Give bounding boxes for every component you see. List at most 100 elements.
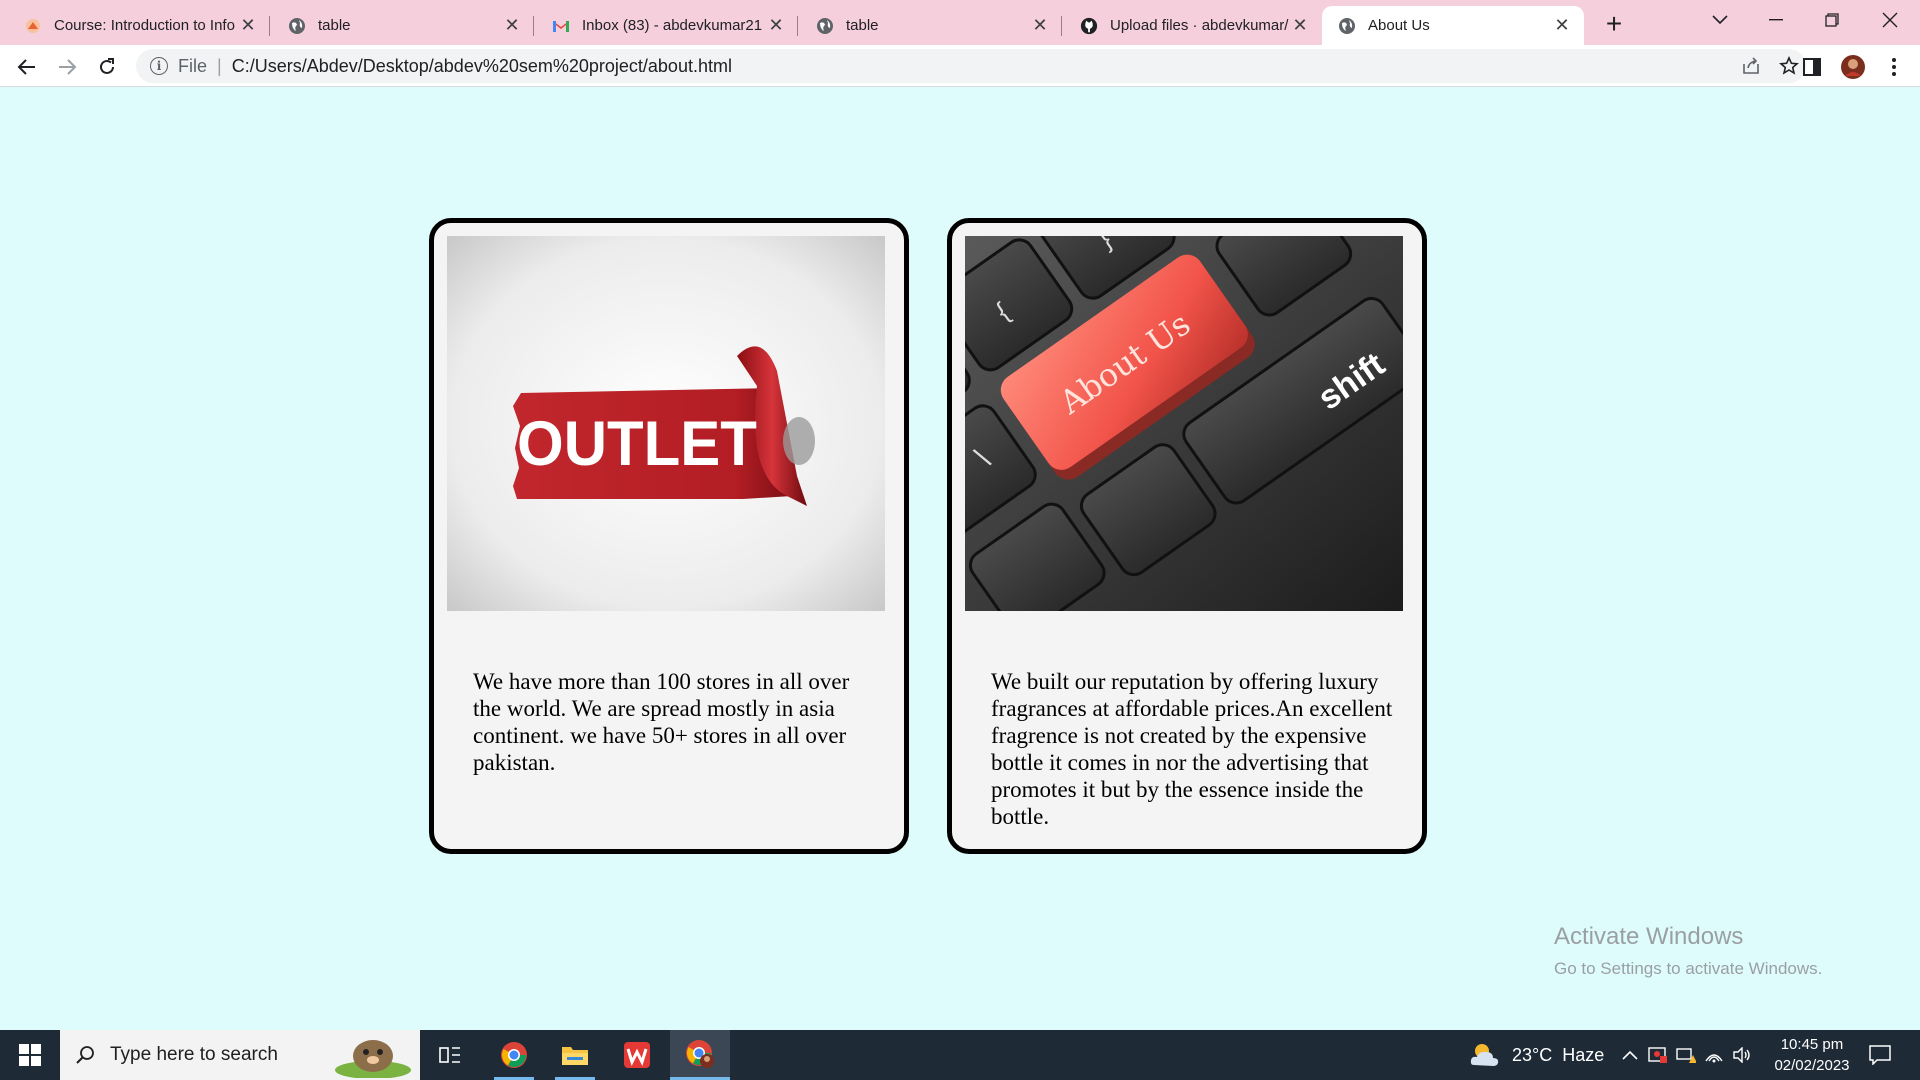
avatar: [1841, 55, 1865, 79]
chevron-up-icon[interactable]: [1616, 1050, 1644, 1060]
new-tab-button[interactable]: +: [1598, 8, 1630, 40]
about-card-reputation: About Us shift \ { } We built our reputa…: [947, 218, 1427, 854]
security-icon[interactable]: [1644, 1046, 1672, 1064]
chrome-profile-taskbar-button[interactable]: [670, 1030, 730, 1080]
network-warning-icon[interactable]: [1672, 1046, 1700, 1064]
wifi-icon[interactable]: [1700, 1047, 1728, 1063]
tab-separator: [1061, 16, 1062, 36]
chrome-profile-icon: [686, 1039, 714, 1068]
page-content: OUTLET We have more than 100 stores in a…: [0, 88, 1920, 1030]
close-icon[interactable]: ✕: [502, 15, 522, 36]
forward-button[interactable]: [51, 51, 83, 83]
folder-icon: [562, 1047, 588, 1065]
tab-table-1[interactable]: table ✕: [272, 6, 534, 45]
weather-temp: 23°C: [1512, 1044, 1553, 1065]
task-view-icon: [439, 1047, 460, 1063]
search-icon: [74, 1043, 98, 1067]
globe-icon: [816, 17, 834, 35]
outlet-text: OUTLET: [517, 409, 757, 480]
tab-separator: [533, 16, 534, 36]
tab-search-button[interactable]: [1692, 0, 1748, 40]
wps-office-icon: [624, 1042, 650, 1068]
weather-cloud-icon: [1470, 1044, 1499, 1066]
address-bar[interactable]: i File | C:/Users/Abdev/Desktop/abdev%20…: [136, 49, 1806, 83]
about-card-stores: OUTLET We have more than 100 stores in a…: [429, 218, 909, 854]
github-icon: [1080, 17, 1098, 35]
reload-icon: [100, 58, 114, 74]
side-panel-icon: [1803, 58, 1821, 76]
wps-office-button[interactable]: [607, 1030, 667, 1080]
tab-separator: [269, 16, 270, 36]
tab-table-2[interactable]: table ✕: [800, 6, 1062, 45]
volume-icon[interactable]: [1728, 1047, 1756, 1063]
reload-button[interactable]: [91, 51, 123, 83]
arrow-left-icon: [17, 59, 35, 75]
info-icon[interactable]: i: [150, 57, 168, 75]
start-button[interactable]: [0, 1030, 60, 1080]
restore-button[interactable]: [1804, 0, 1860, 40]
card-description: We have more than 100 stores in all over…: [473, 669, 850, 775]
tab-title: table: [846, 17, 879, 34]
globe-icon: [1338, 17, 1356, 35]
close-icon[interactable]: ✕: [1552, 15, 1572, 36]
browser-toolbar: i File | C:/Users/Abdev/Desktop/abdev%20…: [0, 45, 1920, 87]
close-icon[interactable]: ✕: [1030, 15, 1050, 36]
file-explorer-button[interactable]: [545, 1030, 605, 1080]
chrome-taskbar-button[interactable]: [484, 1030, 544, 1080]
chevron-down-icon: [1712, 15, 1728, 25]
scheme-label: File: [178, 55, 208, 76]
notification-center-button[interactable]: [1850, 1030, 1910, 1080]
card-description: We built our reputation by offering luxu…: [991, 669, 1393, 829]
address-separator: |: [217, 55, 222, 76]
minimize-button[interactable]: [1748, 0, 1804, 40]
tab-title: About Us: [1368, 17, 1430, 34]
profile-button[interactable]: [1837, 51, 1869, 83]
back-button[interactable]: [11, 51, 43, 83]
taskbar-search-box[interactable]: Type here to search: [60, 1030, 420, 1080]
close-icon[interactable]: ✕: [766, 15, 786, 36]
search-highlight-icon: [328, 1032, 414, 1080]
tab-title: Inbox (83) - abdevkumar21: [582, 17, 763, 34]
clock-date: 02/02/2023: [1774, 1057, 1850, 1074]
url-text[interactable]: C:/Users/Abdev/Desktop/abdev%20sem%20pro…: [232, 56, 732, 77]
windows-taskbar: Type here to search 23°C Haze 10:45 pm 0…: [0, 1030, 1920, 1080]
moodle-icon: [24, 17, 42, 35]
close-icon[interactable]: ✕: [238, 15, 258, 36]
gmail-icon: [552, 17, 570, 35]
weather-condition: Haze: [1562, 1044, 1605, 1065]
tab-title: table: [318, 17, 351, 34]
tab-github[interactable]: Upload files · abdevkumar/ ✕: [1064, 6, 1322, 45]
taskbar-clock[interactable]: 10:45 pm 02/02/2023: [1762, 1034, 1862, 1076]
task-view-button[interactable]: [420, 1030, 480, 1080]
watermark-title: Activate Windows: [1554, 923, 1744, 950]
minimize-icon: [1769, 19, 1783, 21]
side-panel-button[interactable]: [1796, 51, 1828, 83]
about-us-keyboard-image: About Us shift \ { }: [965, 236, 1403, 611]
system-tray: [1616, 1030, 1756, 1080]
windows-logo-icon: [19, 1044, 41, 1066]
more-vert-icon: [1892, 58, 1896, 76]
close-window-button[interactable]: [1862, 0, 1918, 40]
browser-tab-strip: Course: Introduction to Info ✕ table ✕ I…: [0, 0, 1920, 45]
weather-widget[interactable]: 23°C Haze: [1468, 1030, 1604, 1080]
tab-gmail[interactable]: Inbox (83) - abdevkumar21 ✕: [536, 6, 798, 45]
close-icon: [1882, 12, 1898, 28]
tab-separator: [797, 16, 798, 36]
restore-icon: [1825, 13, 1839, 27]
outlet-banner-image: OUTLET: [447, 236, 885, 611]
clock-time: 10:45 pm: [1780, 1036, 1844, 1053]
menu-button[interactable]: [1878, 51, 1910, 83]
tab-title: Course: Introduction to Info: [54, 17, 235, 34]
tab-course[interactable]: Course: Introduction to Info ✕: [8, 6, 270, 45]
arrow-right-icon: [59, 59, 77, 75]
chrome-icon: [501, 1042, 527, 1068]
tab-about-us[interactable]: About Us ✕: [1322, 6, 1584, 45]
globe-icon: [288, 17, 306, 35]
search-placeholder: Type here to search: [110, 1044, 278, 1065]
activate-windows-watermark: Activate Windows Go to Settings to activ…: [1554, 923, 1822, 979]
close-icon[interactable]: ✕: [1290, 15, 1310, 36]
notification-icon: [1869, 1045, 1891, 1065]
watermark-subtitle: Go to Settings to activate Windows.: [1554, 959, 1823, 978]
share-icon[interactable]: [1736, 49, 1766, 83]
tab-title: Upload files · abdevkumar/: [1110, 17, 1289, 34]
